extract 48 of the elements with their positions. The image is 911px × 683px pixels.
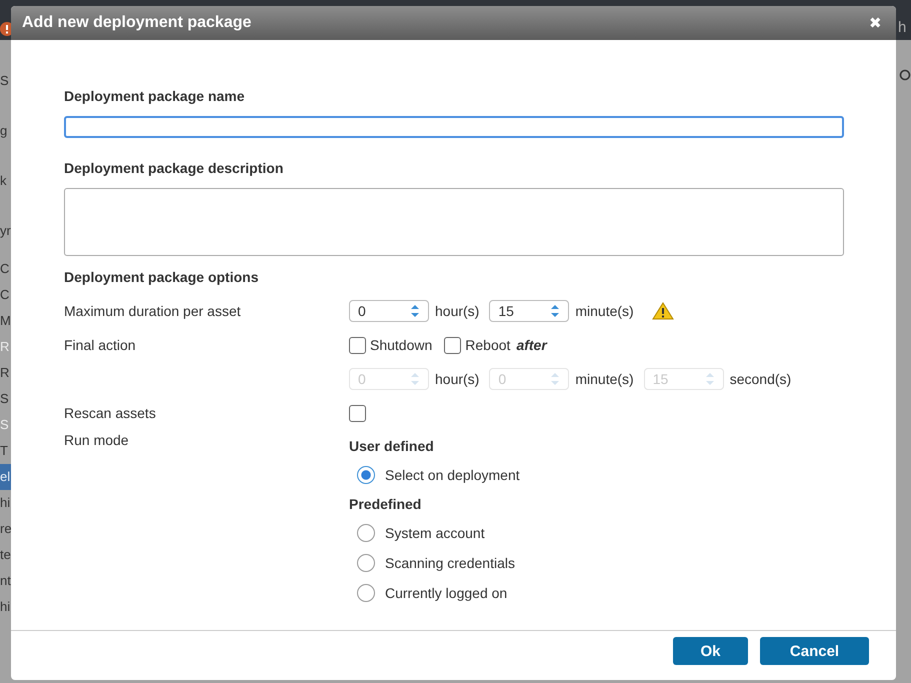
list-item[interactable]: el [0,464,11,490]
unit-label: minute(s) [575,371,634,387]
list-item[interactable]: yr [0,206,11,256]
field-label: Deployment package description [64,160,284,176]
dialog-button[interactable]: Cancel [760,637,869,665]
number-spinner[interactable]: 0 [349,300,429,322]
option-label: Maximum duration per asset [64,303,242,319]
radio-option[interactable]: Scanning credentials [357,554,520,572]
unit-label: hour(s) [435,371,480,387]
list-item[interactable]: nt [0,568,11,594]
list-item[interactable]: hi [0,490,11,516]
list-item[interactable]: M [0,308,11,334]
checkbox-option[interactable]: Shutdown [349,336,432,354]
list-item[interactable]: k [0,156,11,206]
input-field[interactable] [64,116,844,138]
list-item[interactable]: hi [0,594,11,620]
close-button[interactable]: ✖ [869,14,882,32]
radio-option[interactable]: Select on deployment [357,466,520,484]
option-label: Final action [64,337,137,353]
header-text: h [898,19,906,36]
list-item[interactable]: S [0,386,11,412]
number-spinner[interactable]: 15 [489,300,570,322]
unit-label: minute(s) [575,303,634,319]
group-heading: User defined [349,438,435,454]
field-label: Deployment package name [64,88,246,104]
list-item[interactable]: T [0,438,11,464]
list-item[interactable]: te [0,542,11,568]
circle-icon [899,69,911,81]
text-area[interactable] [64,188,844,256]
dialog-title: Add new deployment package [22,14,252,32]
after-label: after [516,337,547,353]
list-item[interactable]: C [0,256,11,282]
list-item[interactable]: C [0,282,11,308]
dialog-button[interactable]: Ok [673,637,748,665]
unit-label: hour(s) [435,303,480,319]
option-label: Rescan assets [64,405,157,421]
list-item[interactable]: g [0,106,11,156]
group-heading: Predefined [349,496,422,512]
radio-option[interactable]: System account [357,524,520,542]
list-item[interactable]: re [0,516,11,542]
list-item[interactable]: S [0,56,11,106]
checkbox-option[interactable]: Reboot [444,336,510,354]
radio-option[interactable]: Currently logged on [357,584,520,602]
checkbox[interactable] [349,404,366,422]
option-label: Run mode [64,432,130,448]
unit-label: second(s) [730,371,792,387]
section-heading: Deployment package options [64,269,260,285]
list-item[interactable]: R [0,360,11,386]
